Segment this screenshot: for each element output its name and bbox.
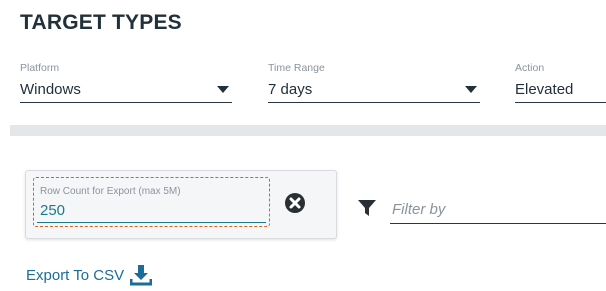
platform-dropdown[interactable]: Platform Windows <box>20 62 232 103</box>
funnel-icon[interactable] <box>357 198 377 218</box>
page-title: TARGET TYPES <box>20 11 182 34</box>
chevron-down-icon <box>465 86 477 93</box>
action-value: Elevated <box>515 81 574 98</box>
action-label: Action <box>515 62 545 74</box>
filter-input[interactable] <box>390 196 606 224</box>
platform-label: Platform <box>20 62 60 74</box>
time-range-value: 7 days <box>268 81 313 98</box>
chevron-down-icon <box>217 86 229 93</box>
row-count-input-area[interactable]: Row Count for Export (max 5M) 250 <box>37 181 266 223</box>
export-csv-label: Export To CSV <box>26 266 125 284</box>
page: TARGET TYPES Platform Windows Time Range… <box>0 0 606 291</box>
platform-select[interactable]: Windows <box>20 80 232 103</box>
time-range-dropdown[interactable]: Time Range 7 days <box>268 62 480 103</box>
time-range-select[interactable]: 7 days <box>268 80 480 103</box>
section-divider <box>10 125 606 136</box>
download-icon <box>130 265 153 286</box>
clear-button[interactable] <box>283 191 307 215</box>
row-count-label: Row Count for Export (max 5M) <box>40 186 181 197</box>
action-select[interactable]: Elevated <box>515 80 606 103</box>
export-csv-link[interactable]: Export To CSV <box>26 264 153 286</box>
row-count-value[interactable]: 250 <box>40 202 65 219</box>
times-circle-icon <box>285 193 305 213</box>
time-range-label: Time Range <box>268 62 325 74</box>
row-count-field[interactable]: Row Count for Export (max 5M) 250 <box>33 177 270 227</box>
action-dropdown[interactable]: Action Elevated <box>515 62 606 103</box>
export-row-count-panel: Row Count for Export (max 5M) 250 <box>25 170 337 239</box>
platform-value: Windows <box>20 81 81 98</box>
